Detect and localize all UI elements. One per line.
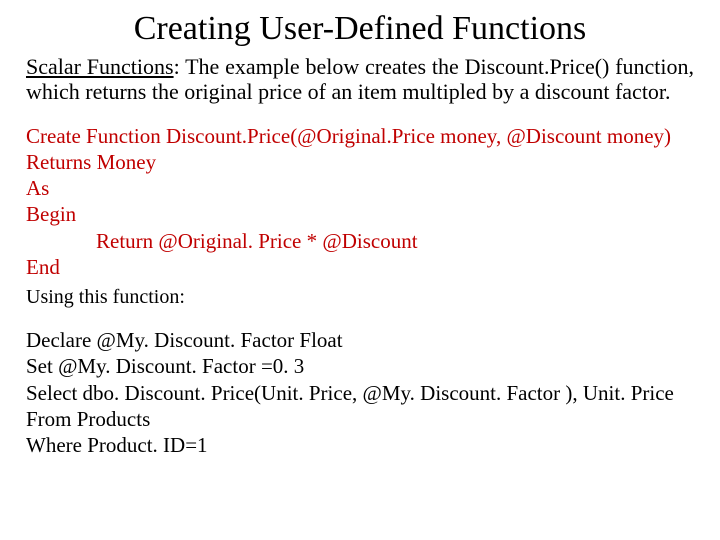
intro-lead: Scalar Functions	[26, 54, 174, 79]
code-line: As	[26, 175, 694, 201]
code-block-usage: Declare @My. Discount. Factor Float Set …	[26, 327, 694, 458]
code-line: From Products	[26, 406, 694, 432]
using-label: Using this function:	[26, 286, 694, 309]
code-line: Declare @My. Discount. Factor Float	[26, 327, 694, 353]
code-line: Return @Original. Price * @Discount	[26, 228, 694, 254]
code-line: End	[26, 254, 694, 280]
code-line: Select dbo. Discount. Price(Unit. Price,…	[26, 380, 694, 406]
code-block-definition: Create Function Discount.Price(@Original…	[26, 123, 694, 281]
code-line-indented: Return @Original. Price * @Discount	[26, 228, 418, 254]
code-line: Set @My. Discount. Factor =0. 3	[26, 353, 694, 379]
slide: Creating User-Defined Functions Scalar F…	[0, 0, 720, 540]
code-line: Returns Money	[26, 149, 694, 175]
intro-paragraph: Scalar Functions: The example below crea…	[26, 54, 694, 105]
slide-title: Creating User-Defined Functions	[26, 10, 694, 48]
code-line: Begin	[26, 201, 694, 227]
code-line: Where Product. ID=1	[26, 432, 694, 458]
code-line: Create Function Discount.Price(@Original…	[26, 123, 694, 149]
